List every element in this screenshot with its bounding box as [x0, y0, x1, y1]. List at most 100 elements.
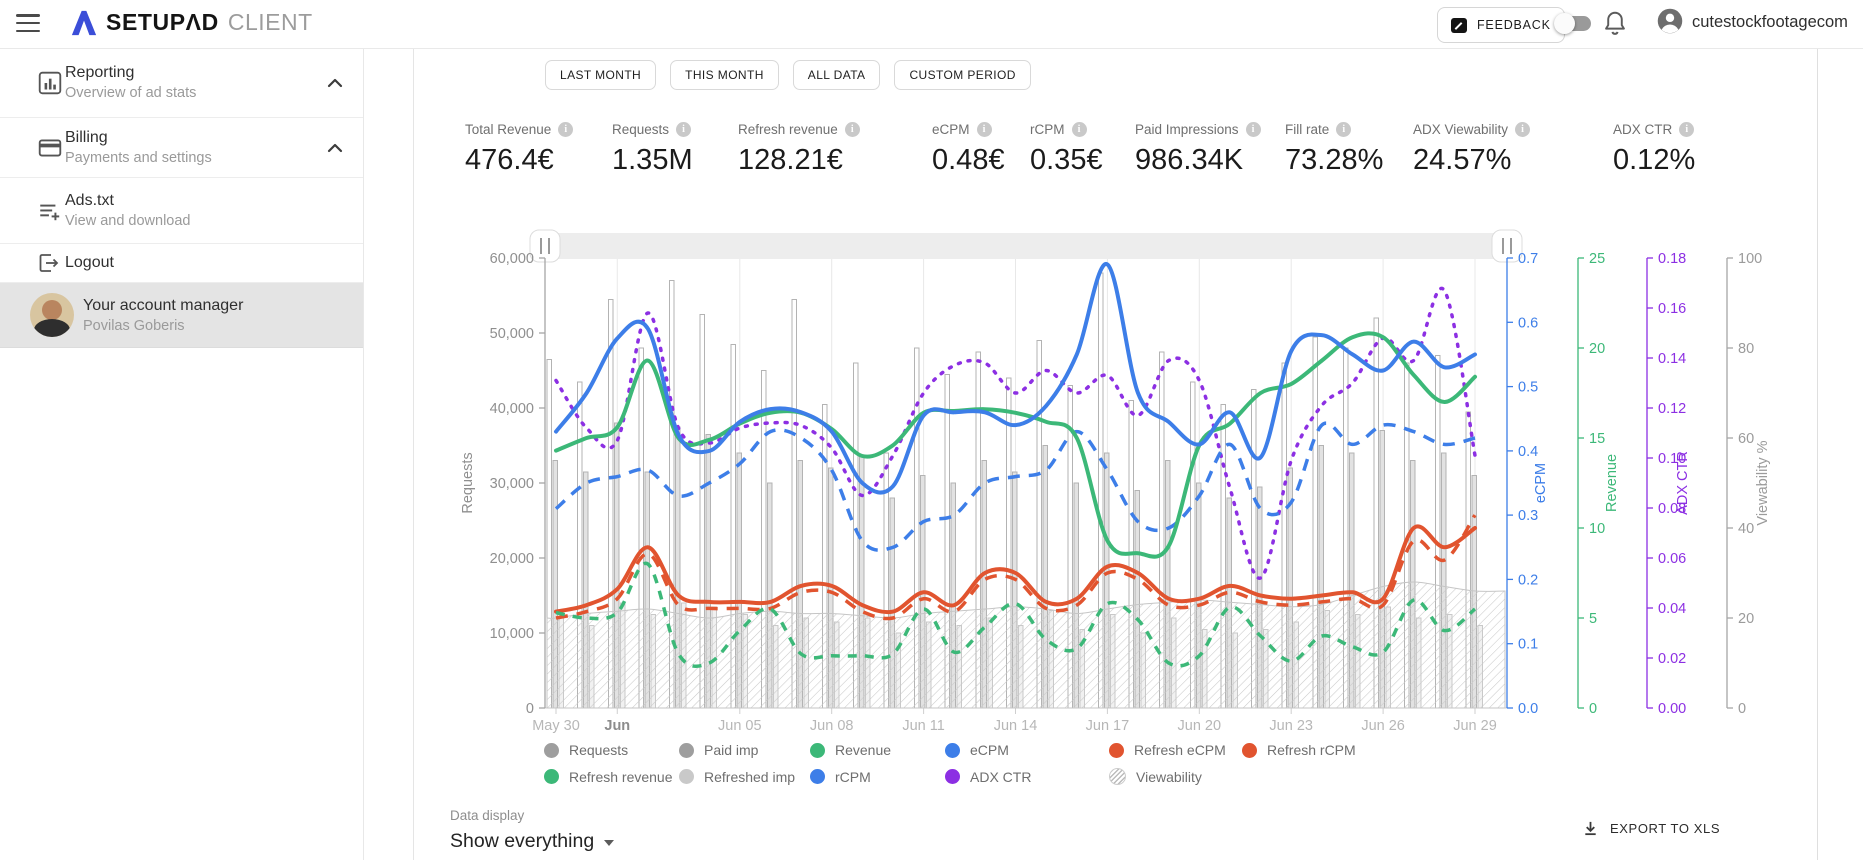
- period-button[interactable]: CUSTOM PERIOD: [894, 60, 1030, 90]
- notifications-bell-icon[interactable]: [1602, 9, 1628, 37]
- stat-card: ADX CTRi0.12%: [1613, 122, 1695, 177]
- data-display-dropdown[interactable]: Show everything: [450, 830, 614, 853]
- legend-item[interactable]: Refresh rCPM: [1242, 742, 1356, 758]
- info-icon[interactable]: i: [1072, 122, 1087, 137]
- chevron-up-icon[interactable]: [327, 143, 343, 153]
- sidebar: Reporting Overview of ad stats Billing P…: [0, 48, 364, 860]
- bar-chart-icon: [37, 70, 63, 96]
- stat-value: 24.57%: [1413, 144, 1530, 177]
- legend-item[interactable]: eCPM: [945, 742, 1109, 758]
- color-swatch: [1242, 743, 1257, 758]
- svg-text:Jun 23: Jun 23: [1269, 718, 1313, 734]
- sidebar-item-title: Reporting: [65, 64, 363, 82]
- info-icon[interactable]: i: [1515, 122, 1530, 137]
- svg-text:ADX CTR: ADX CTR: [1675, 451, 1691, 515]
- stat-card: Total Revenuei476.4€: [465, 122, 573, 177]
- stat-value: 73.28%: [1285, 144, 1383, 177]
- theme-toggle[interactable]: [1557, 16, 1591, 31]
- navigator-handle-left[interactable]: [530, 230, 560, 262]
- info-icon[interactable]: i: [1246, 122, 1261, 137]
- info-icon[interactable]: i: [977, 122, 992, 137]
- legend-item[interactable]: Paid imp: [679, 742, 810, 758]
- svg-text:Jun 17: Jun 17: [1086, 718, 1130, 734]
- sidebar-item-title: Logout: [65, 254, 363, 272]
- svg-text:Jun 26: Jun 26: [1361, 718, 1405, 734]
- color-swatch: [544, 769, 559, 784]
- legend-item[interactable]: Refresh eCPM: [1109, 742, 1242, 758]
- period-buttons: LAST MONTH THIS MONTH ALL DATA CUSTOM PERIO…: [545, 60, 1031, 90]
- svg-text:Jun 11: Jun 11: [902, 718, 944, 734]
- period-button[interactable]: LAST MONTH: [545, 60, 656, 90]
- svg-text:5: 5: [1589, 611, 1597, 627]
- svg-text:20: 20: [1738, 611, 1754, 627]
- sidebar-item-title: Ads.txt: [65, 192, 363, 210]
- stat-value: 0.48€: [932, 144, 1005, 177]
- export-to-xls-button[interactable]: EXPORT TO XLS: [1582, 820, 1720, 837]
- svg-text:0.06: 0.06: [1658, 551, 1686, 567]
- info-icon[interactable]: i: [1336, 122, 1351, 137]
- color-swatch: [810, 743, 825, 758]
- stat-label: ADX CTRi: [1613, 122, 1695, 137]
- svg-text:10: 10: [1589, 521, 1605, 537]
- svg-text:Jun: Jun: [604, 718, 630, 734]
- stat-card: Paid Impressionsi986.34K: [1135, 122, 1261, 177]
- svg-text:100: 100: [1738, 251, 1762, 267]
- stat-label: Requestsi: [612, 122, 693, 137]
- svg-text:0: 0: [526, 701, 534, 717]
- navigator-band[interactable]: [545, 233, 1507, 259]
- sidebar-account-manager[interactable]: Your account manager Povilas Goberis: [0, 283, 363, 348]
- svg-text:Jun 05: Jun 05: [718, 718, 762, 734]
- svg-text:0.12: 0.12: [1658, 401, 1686, 417]
- svg-text:May 30: May 30: [532, 718, 580, 734]
- scrollbar-track[interactable]: [1817, 48, 1818, 860]
- legend-item[interactable]: Refresh revenue: [544, 769, 679, 785]
- setupad-logo: SETUPΛD CLIENT: [70, 9, 313, 36]
- period-button[interactable]: THIS MONTH: [670, 60, 779, 90]
- data-display-label: Data display: [450, 808, 614, 823]
- legend-item[interactable]: Requests: [544, 742, 679, 758]
- sidebar-item-logout[interactable]: Logout: [0, 244, 363, 283]
- stat-card: ADX Viewabilityi24.57%: [1413, 122, 1530, 177]
- legend-item[interactable]: Revenue: [810, 742, 945, 758]
- info-icon[interactable]: i: [558, 122, 573, 137]
- svg-text:0.1: 0.1: [1518, 637, 1538, 653]
- sidebar-item-billing[interactable]: Billing Payments and settings: [0, 118, 363, 178]
- svg-text:50,000: 50,000: [490, 326, 534, 342]
- svg-text:15: 15: [1589, 431, 1605, 447]
- credit-card-icon: [37, 135, 63, 161]
- username[interactable]: cutestockfootagecom: [1692, 13, 1848, 32]
- chevron-up-icon[interactable]: [327, 78, 343, 88]
- manager-title: Your account manager: [83, 297, 363, 315]
- info-icon[interactable]: i: [676, 122, 691, 137]
- legend-item[interactable]: ADX CTR: [945, 769, 1109, 785]
- legend-item[interactable]: rCPM: [810, 769, 945, 785]
- user-avatar-icon[interactable]: [1656, 7, 1684, 35]
- svg-text:20,000: 20,000: [490, 551, 534, 567]
- stat-label: rCPMi: [1030, 122, 1103, 137]
- brand-suffix: CLIENT: [228, 9, 313, 36]
- list-plus-icon: [37, 198, 63, 224]
- sidebar-item-adstxt[interactable]: Ads.txt View and download: [0, 178, 363, 244]
- hamburger-menu-icon[interactable]: [16, 14, 40, 33]
- stat-label: Total Revenuei: [465, 122, 573, 137]
- legend-item[interactable]: Viewability: [1109, 768, 1242, 785]
- info-icon[interactable]: i: [845, 122, 860, 137]
- feedback-button[interactable]: FEEDBACK: [1437, 7, 1565, 43]
- info-icon[interactable]: i: [1679, 122, 1694, 137]
- period-button[interactable]: ALL DATA: [793, 60, 881, 90]
- stat-label: eCPMi: [932, 122, 1005, 137]
- sidebar-item-reporting[interactable]: Reporting Overview of ad stats: [0, 48, 363, 118]
- color-swatch: [810, 769, 825, 784]
- content-divider: [413, 48, 414, 860]
- ad-stats-chart[interactable]: 010,00020,00030,00040,00050,00060,000Req…: [420, 190, 1817, 745]
- stat-card: Requestsi1.35M: [612, 122, 693, 177]
- stat-label: Fill ratei: [1285, 122, 1383, 137]
- stat-value: 0.35€: [1030, 144, 1103, 177]
- svg-text:0.16: 0.16: [1658, 301, 1686, 317]
- dropdown-caret-icon: [604, 840, 614, 846]
- legend-item[interactable]: Refreshed imp: [679, 769, 810, 785]
- svg-text:25: 25: [1589, 251, 1605, 267]
- svg-text:40: 40: [1738, 521, 1754, 537]
- stat-label: Refresh revenuei: [738, 122, 860, 137]
- color-swatch: [945, 769, 960, 784]
